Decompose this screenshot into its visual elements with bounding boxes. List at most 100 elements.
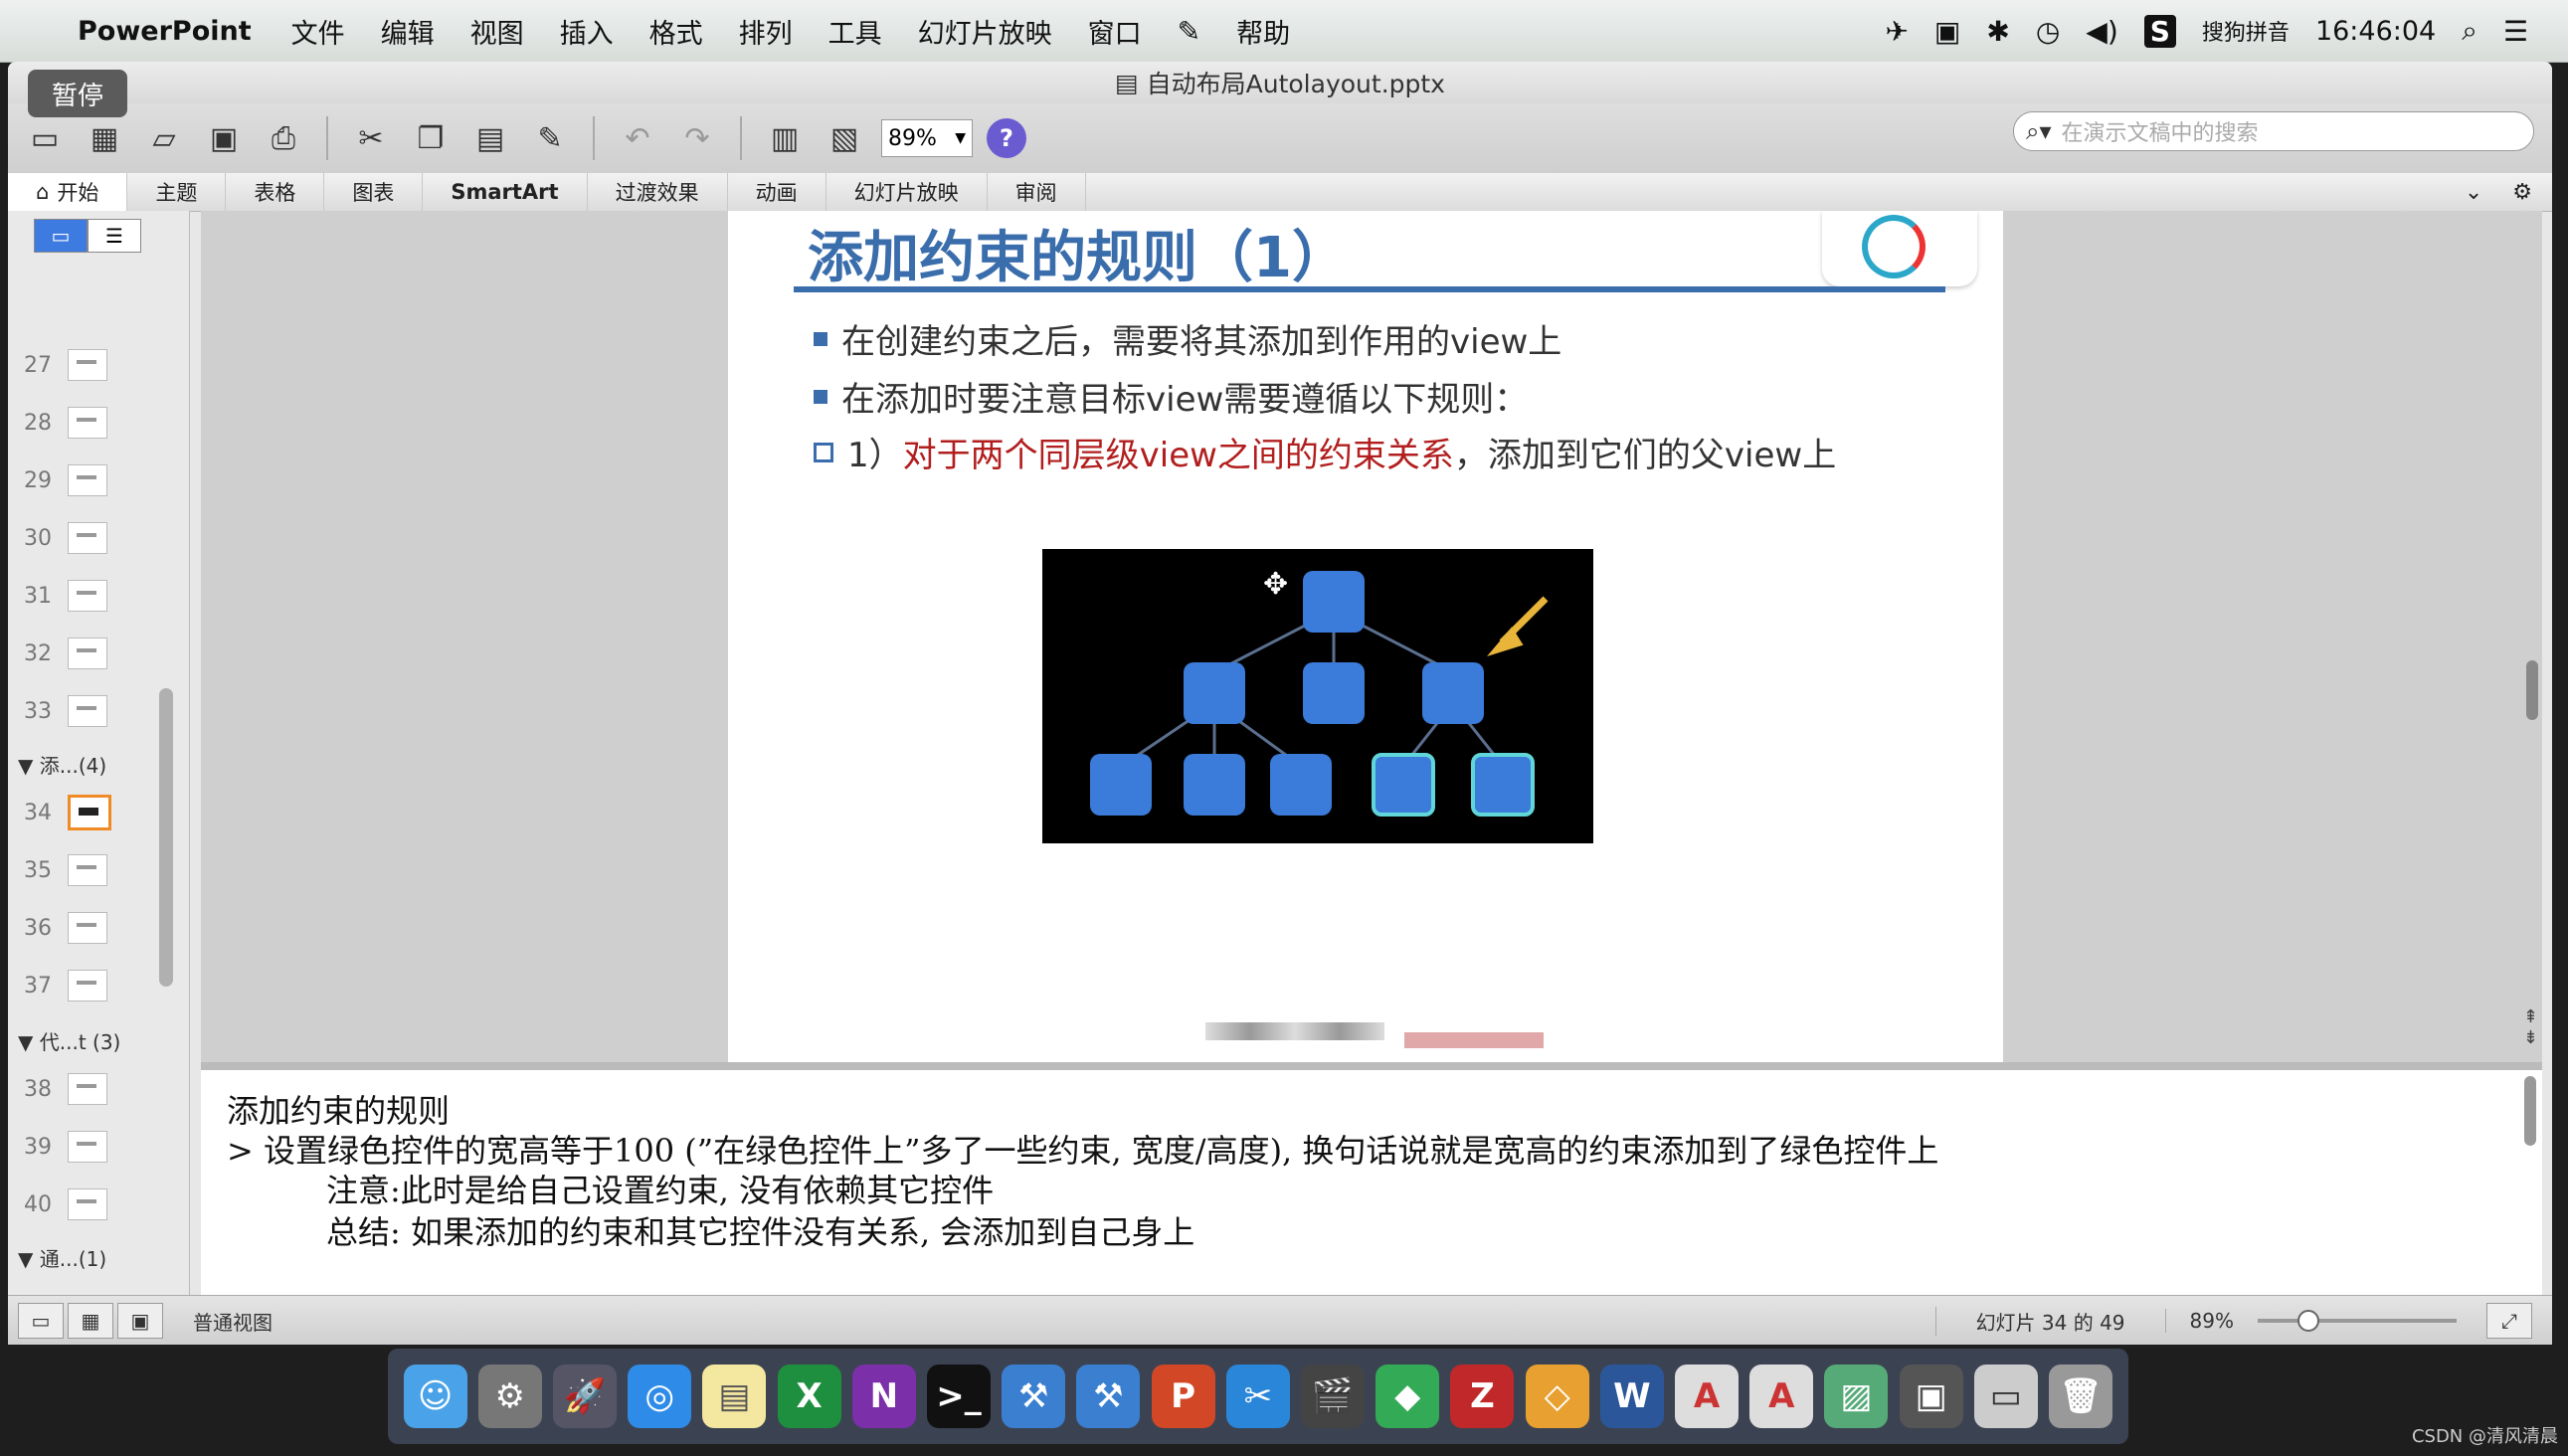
slide-sorter-icon[interactable]: ▦ (68, 1303, 113, 1339)
notes-pane[interactable]: 添加约束的规则 > 设置绿色控件的宽高等于100 (”在绿色控件上”多了一些约束… (201, 1068, 2542, 1297)
presenter-icon[interactable]: ▣ (1899, 1365, 1963, 1428)
undo-icon[interactable]: ↶ (615, 115, 660, 161)
system-preferences-icon[interactable]: ⚙ (477, 1365, 542, 1428)
spotlight-icon[interactable]: ⌕ (2462, 14, 2477, 48)
menu-tools[interactable]: 工具 (811, 12, 900, 51)
slide-thumb-row[interactable]: 29 (8, 455, 167, 505)
preview-icon[interactable]: ▨ (1824, 1365, 1889, 1428)
slide-thumbnail[interactable] (68, 695, 107, 727)
terminal-icon[interactable]: >_ (927, 1365, 992, 1428)
textedit-alt-icon[interactable]: A (1749, 1365, 1814, 1428)
thumbnail-view-icon[interactable]: ▭ (34, 219, 88, 253)
redo-icon[interactable]: ↷ (674, 115, 720, 161)
slide-thumb-row[interactable]: 37 (8, 961, 167, 1010)
slide-thumbnail[interactable] (68, 854, 107, 886)
navigator-scrollbar[interactable] (159, 688, 173, 987)
slide-thumbnail[interactable] (68, 912, 107, 944)
zoom-slider[interactable] (2258, 1310, 2457, 1332)
tab-transitions[interactable]: 过渡效果 (588, 173, 728, 211)
menu-window[interactable]: 窗口 (1070, 12, 1160, 51)
textedit-icon[interactable]: A (1675, 1365, 1740, 1428)
slide-thumb-row[interactable]: 32 (8, 629, 167, 678)
help-icon[interactable]: ? (987, 118, 1026, 158)
menu-help[interactable]: 帮助 (1218, 12, 1308, 51)
notification-center-icon[interactable]: ☰ (2503, 15, 2528, 48)
word-icon[interactable]: W (1599, 1365, 1664, 1428)
slide-thumb-row[interactable]: 30 (8, 513, 167, 563)
copy-icon[interactable]: ❐ (408, 115, 454, 161)
zoom-select[interactable]: 89% ▼ (881, 119, 973, 157)
bullet-item[interactable]: 在添加时要注意目标view需要遵循以下规则： (814, 372, 1528, 421)
slide-thumb-row[interactable]: 36 (8, 903, 167, 953)
print-icon[interactable]: ⎙ (261, 115, 306, 161)
finder-icon[interactable]: ☺ (403, 1365, 467, 1428)
tab-smartart[interactable]: SmartArt (423, 173, 588, 211)
airplane-icon[interactable]: ✈ (1885, 15, 1908, 48)
tab-themes[interactable]: 主题 (127, 173, 227, 211)
onenote-icon[interactable]: N (851, 1365, 916, 1428)
page-nav-arrows-icon[interactable]: ⇞ ⇟ (2523, 1006, 2538, 1048)
slide-thumbnail[interactable] (68, 1073, 107, 1105)
volume-icon[interactable]: ◀) (2086, 15, 2117, 48)
menu-app-name[interactable]: PowerPoint (70, 16, 274, 47)
clock[interactable]: 16:46:04 (2315, 16, 2436, 47)
slide-thumbnail[interactable] (68, 349, 107, 381)
zoom-slider-thumb[interactable] (2297, 1310, 2319, 1332)
tab-tables[interactable]: 表格 (226, 173, 325, 211)
menu-insert[interactable]: 插入 (542, 12, 632, 51)
tab-review[interactable]: 审阅 (988, 173, 1086, 211)
safari-icon[interactable]: ◎ (628, 1365, 692, 1428)
slide-thumb-row[interactable]: 35 (8, 845, 167, 895)
save-icon[interactable]: ▣ (201, 115, 247, 161)
search-field[interactable]: ⌕▾ 在演示文稿中的搜索 (2013, 111, 2534, 151)
menu-format[interactable]: 格式 (632, 12, 721, 51)
menu-arrange[interactable]: 排列 (721, 12, 811, 51)
format-painter-icon[interactable]: ✎ (527, 115, 573, 161)
tab-slideshow[interactable]: 幻灯片放映 (826, 173, 988, 211)
slide-thumbnail[interactable] (68, 970, 107, 1001)
slide-thumb-row[interactable]: 40 (8, 1180, 167, 1229)
slide-thumb-row[interactable]: 27 (8, 340, 167, 390)
bluetooth-icon[interactable]: ✱ (1986, 15, 2009, 48)
tab-animations[interactable]: 动画 (728, 173, 826, 211)
sketch-icon[interactable]: ◇ (1525, 1365, 1589, 1428)
slide-thumbnail[interactable] (68, 1131, 107, 1163)
slide-thumb-row[interactable]: 28 (8, 398, 167, 448)
menu-edit[interactable]: 编辑 (363, 12, 453, 51)
notes-scrollbar[interactable] (2524, 1076, 2536, 1146)
gear-icon[interactable]: ⚙ (2512, 180, 2532, 205)
section-header[interactable]: ▼ 通...(1) (18, 1243, 106, 1272)
new-icon[interactable]: ▭ (22, 115, 68, 161)
slide-thumbnail[interactable] (68, 1188, 107, 1220)
gallery-icon[interactable]: ▦ (82, 115, 127, 161)
xcode-beta-icon[interactable]: ⚒ (1076, 1365, 1141, 1428)
paste-icon[interactable]: ▤ (467, 115, 513, 161)
slideshow-icon[interactable]: ▧ (822, 115, 867, 161)
editor-scrollbar[interactable] (2526, 660, 2538, 720)
slide-thumbnail[interactable] (68, 464, 107, 496)
slide-thumb-row[interactable]: 33 (8, 686, 167, 736)
slide-thumb-row[interactable]: 34 (8, 788, 167, 837)
snipping-tool-icon[interactable]: ✂ (1225, 1365, 1290, 1428)
bullet-item[interactable]: 1）对于两个同层级view之间的约束关系，添加到它们的父view上 (814, 428, 1836, 476)
slide-thumb-row[interactable]: 31 (8, 571, 167, 621)
slide-thumbnail[interactable] (68, 637, 107, 669)
section-header[interactable]: ▼ 添...(4) (18, 750, 106, 779)
reveal-icon[interactable]: ◆ (1376, 1365, 1440, 1428)
open-icon[interactable]: ▱ (141, 115, 187, 161)
slide-thumbnail[interactable] (68, 580, 107, 612)
slide-thumbnail-selected[interactable] (68, 795, 111, 830)
slideshow-view-icon[interactable]: ▣ (117, 1303, 163, 1339)
filezilla-icon[interactable]: Z (1450, 1365, 1515, 1428)
slide-thumbnail[interactable] (68, 522, 107, 554)
cut-icon[interactable]: ✂ (348, 115, 394, 161)
slide-thumb-row[interactable]: 39 (8, 1122, 167, 1172)
sogou-icon[interactable]: S (2143, 14, 2176, 48)
slide-thumbnail[interactable] (68, 407, 107, 439)
view-hierarchy-diagram[interactable]: ✥ (1042, 549, 1593, 843)
pause-button[interactable]: 暂停 (28, 70, 127, 117)
ribbon-collapse-icon[interactable]: ⌄ (2465, 180, 2482, 205)
trash-icon[interactable]: 🗑 (2049, 1365, 2113, 1428)
slide-canvas[interactable]: 添加约束的规则（1） 在创建约束之后，需要将其添加到作用的view上 在添加时要… (728, 211, 2003, 1062)
bullet-item[interactable]: 在创建约束之后，需要将其添加到作用的view上 (814, 314, 1561, 363)
